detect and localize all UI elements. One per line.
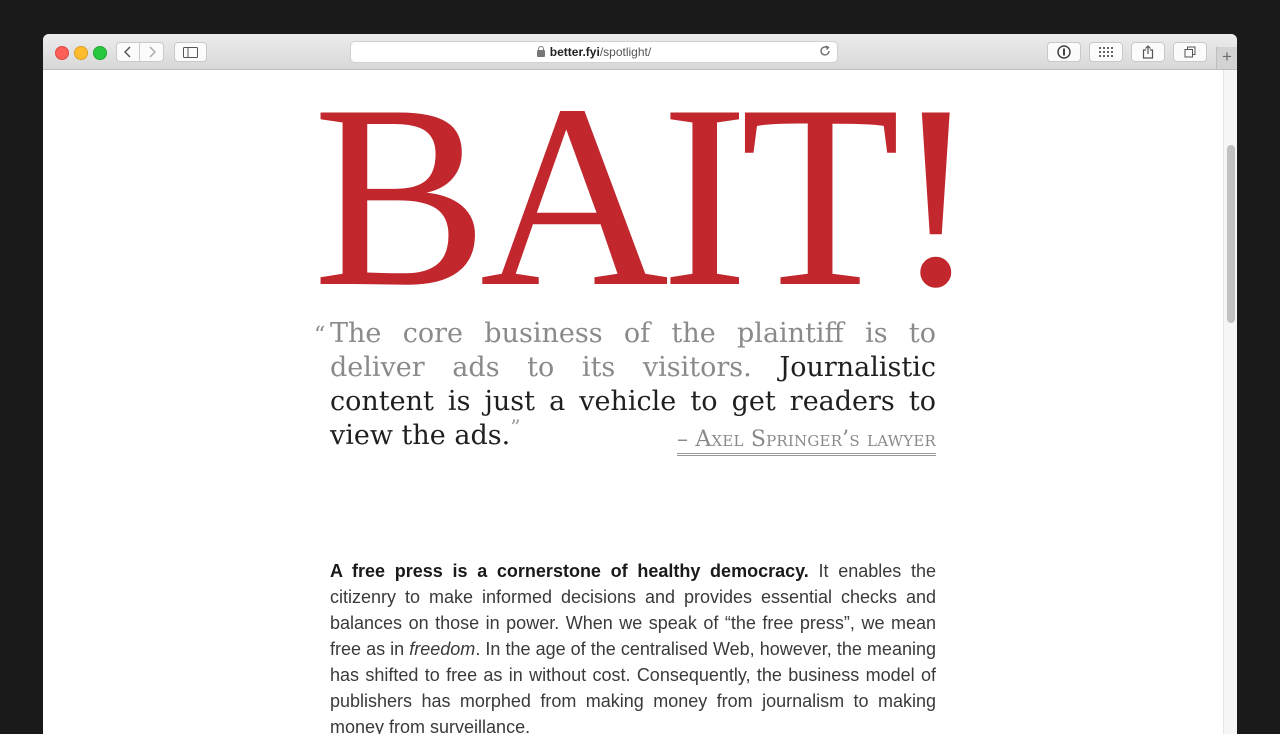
headline: BAIT! <box>313 51 980 341</box>
share-button[interactable] <box>1131 42 1165 62</box>
plus-icon: + <box>1222 47 1232 66</box>
grid-icon <box>1099 47 1113 57</box>
close-quote-mark: ” <box>510 415 521 439</box>
open-quote-mark: “ <box>314 323 326 348</box>
sidebar-button[interactable] <box>174 42 207 62</box>
back-icon <box>124 46 131 58</box>
close-window-button[interactable] <box>55 46 69 60</box>
paragraph-emphasis: freedom <box>409 639 476 659</box>
minimize-window-button[interactable] <box>74 46 88 60</box>
vertical-scrollbar[interactable] <box>1223 70 1237 734</box>
top-sites-button[interactable] <box>1089 42 1123 62</box>
tabs-icon <box>1184 46 1196 58</box>
quote-attribution: – Axel Springer’s lawyer <box>676 427 936 456</box>
zoom-window-button[interactable] <box>93 46 107 60</box>
browser-window: better.fyi/spotlight/ + BAIT! “ The core… <box>43 34 1237 734</box>
intro-paragraph: A free press is a cornerstone of healthy… <box>330 558 936 734</box>
show-tabs-button[interactable] <box>1173 42 1207 62</box>
password-manager-icon <box>1057 45 1071 59</box>
password-manager-button[interactable] <box>1047 42 1081 62</box>
sidebar-icon <box>183 46 198 58</box>
paragraph-lead: A free press is a cornerstone of healthy… <box>330 561 809 581</box>
forward-button[interactable] <box>140 42 164 62</box>
back-button[interactable] <box>116 42 140 62</box>
forward-icon <box>148 46 156 58</box>
scrollbar-thumb[interactable] <box>1227 145 1235 323</box>
web-page: BAIT! “ The core business of the plainti… <box>43 51 1223 734</box>
new-tab-button[interactable]: + <box>1216 47 1237 69</box>
share-icon <box>1142 45 1154 59</box>
